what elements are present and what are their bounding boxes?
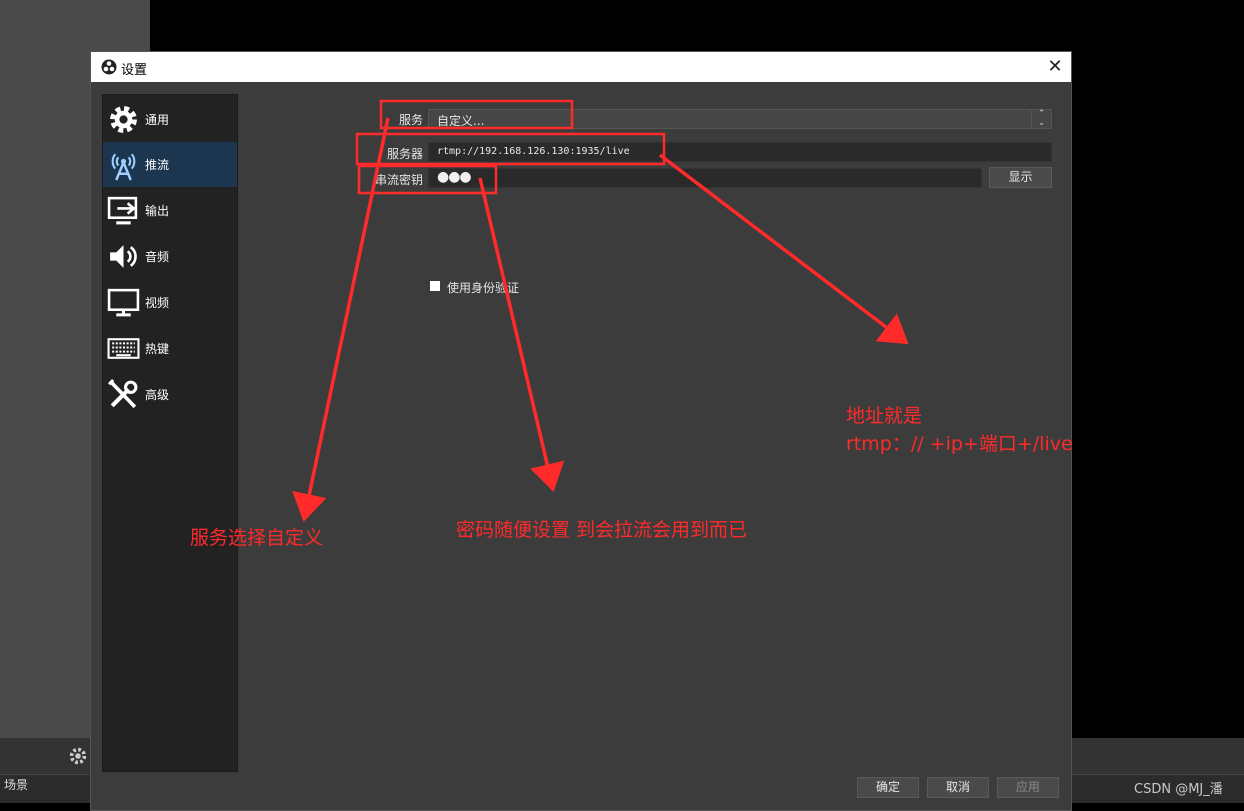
gear-icon: [110, 106, 137, 133]
close-button[interactable]: ✕: [1043, 55, 1067, 79]
apply-button[interactable]: 应用: [997, 777, 1059, 798]
stream-key-label: 串流密钥: [374, 173, 423, 187]
sidebar-item-label: 视频: [145, 296, 170, 310]
sidebar-item-advanced[interactable]: 高级: [103, 372, 237, 417]
cancel-button[interactable]: 取消: [927, 777, 989, 798]
sidebar-item-output[interactable]: 输出: [103, 188, 237, 233]
scenes-dock-title: 场景: [4, 778, 29, 792]
keyboard-icon: [107, 338, 140, 359]
show-key-button[interactable]: 显示: [989, 167, 1052, 188]
server-input-value: rtmp://192.168.126.130:1935/live: [437, 146, 630, 157]
output-icon: [107, 196, 138, 225]
ok-button[interactable]: 确定: [857, 777, 919, 798]
stream-key-masked-value: ●●●: [437, 169, 472, 185]
sidebar-item-label: 通用: [145, 113, 170, 127]
server-input[interactable]: rtmp://192.168.126.130:1935/live: [428, 142, 1052, 162]
antenna-icon: [111, 153, 136, 181]
speaker-icon: [110, 245, 137, 268]
gear-icon[interactable]: [67, 745, 89, 767]
sidebar-item-label: 高级: [145, 388, 170, 402]
monitor-icon: [107, 288, 140, 317]
close-icon: ✕: [1047, 56, 1063, 77]
service-select[interactable]: 自定义... ⌃ ⌄: [428, 109, 1052, 129]
sidebar-item-label: 推流: [145, 158, 170, 172]
stream-key-input[interactable]: ●●●: [428, 168, 982, 188]
sidebar-item-general[interactable]: 通用: [103, 97, 237, 142]
service-label: 服务: [398, 113, 423, 127]
title-bar: 设置 ✕: [91, 52, 1071, 82]
service-annotation: 服务选择自定义: [190, 527, 324, 549]
service-selected-value: 自定义...: [437, 114, 485, 128]
watermark: CSDN @MJ_潘: [1134, 782, 1223, 797]
sidebar-item-stream[interactable]: 推流: [103, 142, 237, 187]
sidebar-item-label: 输出: [145, 204, 170, 218]
sidebar-item-hotkeys[interactable]: 热键: [103, 326, 237, 371]
address-annotation-line2: rtmp：// +ip+端口+/live: [846, 433, 1073, 455]
settings-sidebar: 通用 推流 输出 音频 视频 热键 高级: [102, 94, 238, 772]
sidebar-item-label: 热键: [145, 342, 170, 356]
dialog-title: 设置: [121, 63, 148, 78]
stream-key-annotation: 密码随便设置 到会拉流会用到而已: [456, 519, 748, 541]
sidebar-item-label: 音频: [145, 250, 170, 264]
obs-logo-icon: [101, 59, 117, 75]
sidebar-item-video[interactable]: 视频: [103, 280, 237, 325]
server-label: 服务器: [386, 147, 423, 161]
use-auth-label: 使用身份验证: [447, 281, 520, 295]
sidebar-item-audio[interactable]: 音频: [103, 234, 237, 279]
spin-arrows-icon[interactable]: ⌃ ⌄: [1031, 110, 1051, 128]
address-annotation-line1: 地址就是: [846, 405, 923, 427]
tools-icon: [107, 378, 138, 409]
use-auth-checkbox[interactable]: [430, 281, 440, 291]
